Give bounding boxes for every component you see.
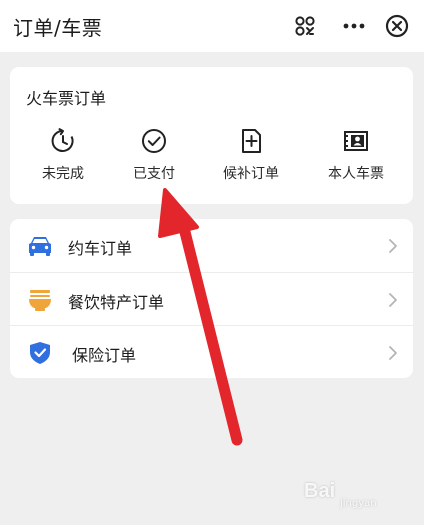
clock-refresh-icon <box>51 128 74 152</box>
watermark-subtext: jingyan <box>340 498 377 509</box>
add-document-icon <box>242 129 261 153</box>
list-item-label: 餐饮特产订单 <box>68 293 165 312</box>
car-icon <box>29 237 51 256</box>
chevron-right-icon <box>389 293 397 307</box>
more-icon <box>343 23 365 29</box>
shortcut-incomplete[interactable]: 未完成 <box>18 127 108 183</box>
id-card-icon <box>344 131 368 151</box>
train-orders-title: 火车票订单 <box>26 89 107 108</box>
watermark-text: Bai <box>304 480 336 502</box>
list-item-label: 保险订单 <box>72 346 137 365</box>
page-title: 订单/车票 <box>13 16 103 40</box>
chevron-right-icon <box>389 346 397 360</box>
shortcut-label: 已支付 <box>133 166 175 182</box>
more-button[interactable] <box>340 12 368 40</box>
food-bowl-icon <box>29 290 51 311</box>
train-orders-card: 火车票订单 未完成 已支付 候补订单 本人车票 <box>10 67 413 204</box>
shortcut-label: 未完成 <box>42 166 84 182</box>
watermark-logo: Bai jingyan <box>300 474 420 514</box>
list-item-food-orders[interactable]: 餐饮特产订单 <box>10 272 413 326</box>
close-button[interactable] <box>383 12 411 40</box>
shortcut-label: 候补订单 <box>223 166 279 182</box>
top-bar: 订单/车票 <box>0 0 424 52</box>
shield-check-icon <box>30 342 50 364</box>
chevron-right-icon <box>389 239 397 253</box>
scan-icon <box>295 16 315 36</box>
list-item-insurance-orders[interactable]: 保险订单 <box>10 325 413 378</box>
shortcut-waitlist[interactable]: 候补订单 <box>206 127 296 183</box>
other-orders-list: 约车订单 餐饮特产订单 保险订单 <box>10 219 413 378</box>
shortcut-my-tickets[interactable]: 本人车票 <box>311 127 401 183</box>
shortcut-paid[interactable]: 已支付 <box>109 127 199 183</box>
close-icon <box>385 14 409 38</box>
shortcut-label: 本人车票 <box>328 166 384 182</box>
scan-button[interactable] <box>291 12 319 40</box>
check-circle-icon <box>142 129 166 153</box>
list-item-car-orders[interactable]: 约车订单 <box>10 219 413 272</box>
list-item-label: 约车订单 <box>68 239 133 258</box>
